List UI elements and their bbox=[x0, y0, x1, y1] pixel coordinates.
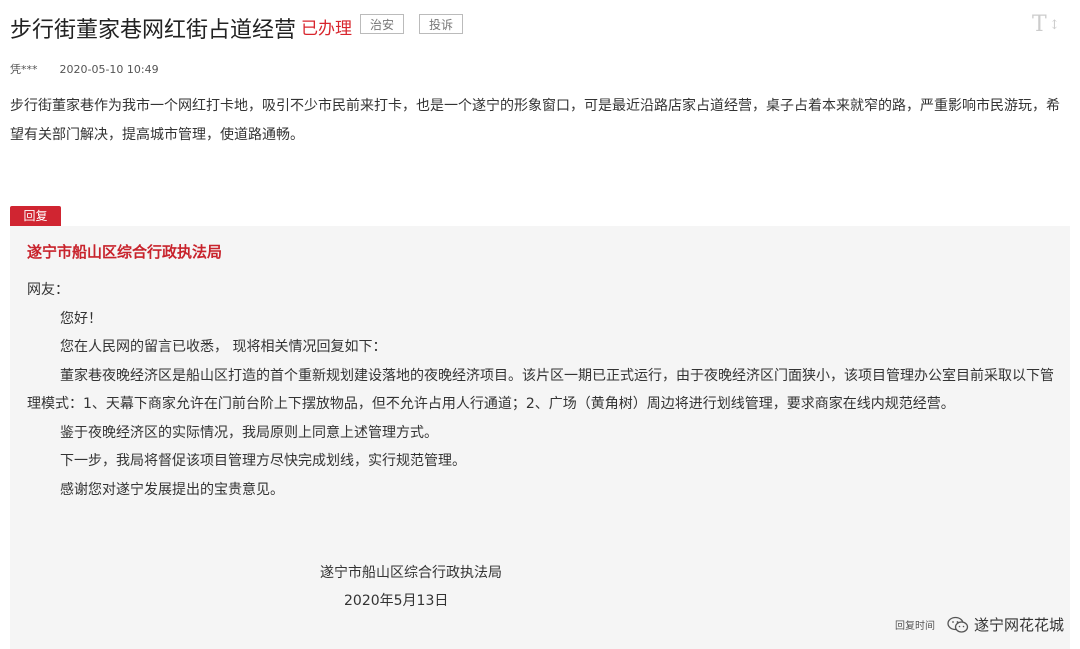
reply-badge: 回复 bbox=[10, 206, 61, 226]
post-time: 2020-05-10 10:49 bbox=[59, 63, 159, 76]
reply-section: 遂宁市船山区综合行政执法局 网友： 您好！ 您在人民网的留言已收悉， 现将相关情… bbox=[10, 226, 1070, 649]
reply-time-label: 回复时间 bbox=[895, 621, 935, 632]
font-size-letter: T bbox=[1032, 12, 1047, 37]
watermark-text: 遂宁网花花城 bbox=[974, 616, 1065, 634]
tag-security[interactable]: 治安 bbox=[360, 14, 404, 34]
signature-date: 2020年5月13日 bbox=[344, 593, 449, 609]
signature-org: 遂宁市船山区综合行政执法局 bbox=[320, 565, 502, 581]
question-content: 步行街董家巷作为我市一个网红打卡地，吸引不少市民前来打卡，也是一个遂宁的形象窗口… bbox=[10, 98, 1060, 143]
font-size-toggle-icon[interactable]: T ↕ bbox=[1032, 12, 1060, 38]
reply-org: 遂宁市船山区综合行政执法局 bbox=[27, 243, 223, 261]
reply-body: 网友： 您好！ 您在人民网的留言已收悉， 现将相关情况回复如下： 董家巷夜晚经济… bbox=[27, 276, 1057, 504]
reply-paragraph: 您好！ bbox=[60, 310, 102, 327]
tag-complaint[interactable]: 投诉 bbox=[419, 14, 463, 34]
post-header: 步行街董家巷网红街占道经营 已办理 治安 投诉 T ↕ bbox=[10, 8, 1060, 43]
font-size-arrow: ↕ bbox=[1049, 18, 1060, 33]
reply-paragraph: 感谢您对遂宁发展提出的宝贵意见。 bbox=[60, 481, 284, 498]
reply-greeting: 网友： bbox=[27, 282, 69, 298]
page-title: 步行街董家巷网红街占道经营 bbox=[10, 18, 297, 43]
reply-paragraph: 鉴于夜晚经济区的实际情况，我局原则上同意上述管理方式。 bbox=[60, 424, 438, 441]
author-name: 凭*** bbox=[10, 63, 38, 76]
status-badge: 已办理 bbox=[301, 19, 352, 39]
watermark: 遂宁网花花城 bbox=[947, 614, 1064, 635]
post-meta: 凭*** 2020-05-10 10:49 bbox=[10, 61, 159, 77]
wechat-icon bbox=[947, 616, 969, 633]
reply-paragraph: 下一步，我局将督促该项目管理方尽快完成划线，实行规范管理。 bbox=[60, 453, 466, 469]
reply-paragraph: 董家巷夜晚经济区是船山区打造的首个重新规划建设落地的夜晚经济项目。该片区一期已正… bbox=[27, 367, 1054, 413]
reply-paragraph: 您在人民网的留言已收悉， 现将相关情况回复如下： bbox=[60, 339, 387, 355]
